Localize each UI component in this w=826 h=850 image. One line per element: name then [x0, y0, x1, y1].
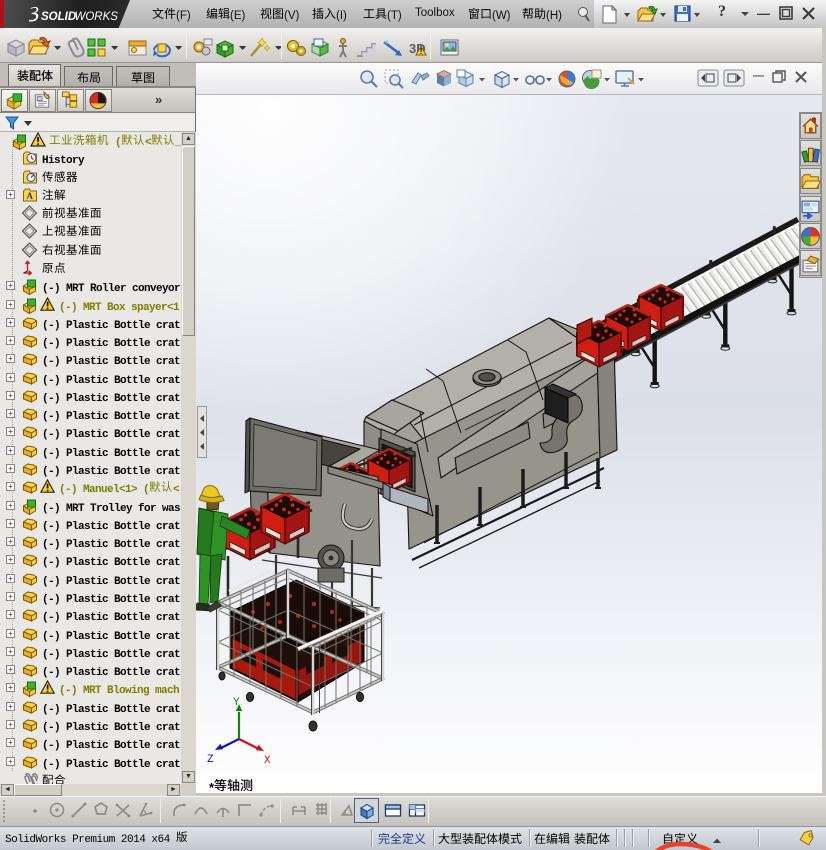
svg-text:Z: Z	[207, 754, 214, 766]
svg-text:X: X	[264, 755, 271, 767]
svg-text:!: !	[420, 47, 423, 56]
svg-text:Y: Y	[233, 697, 240, 709]
svg-text:SOLID: SOLID	[41, 11, 76, 23]
svg-text:WORKS: WORKS	[75, 11, 119, 23]
svg-text:A: A	[27, 191, 34, 201]
